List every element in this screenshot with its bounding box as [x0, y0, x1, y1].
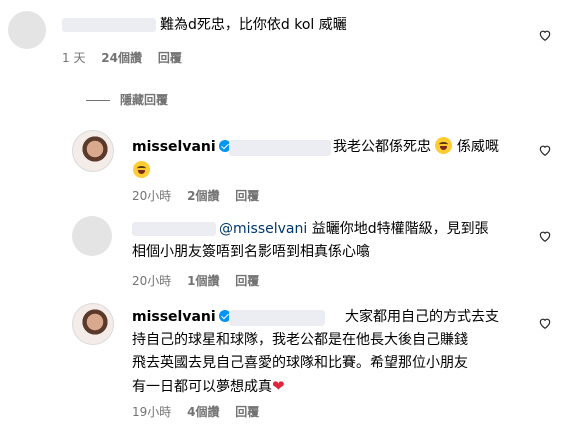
username-redacted [132, 222, 216, 236]
reply-button[interactable]: 回覆 [235, 189, 259, 203]
reply-meta: 20小時 2個讚 回覆 [132, 188, 259, 204]
mention-redacted [229, 140, 331, 156]
reply-text-line: 相個小朋友簽唔到名影唔到相真係心噏 [132, 244, 370, 260]
avatar[interactable] [72, 216, 112, 256]
reply-button[interactable]: 回覆 [235, 405, 259, 419]
red-heart-emoji: ❤ [272, 377, 285, 395]
reply-text-line: 持自己的球星和球隊，我老公都是在他長大後自己賺錢 [132, 332, 468, 348]
username[interactable]: misselvani [132, 139, 216, 155]
reply-text-line: 飛去英國去見自己喜愛的球隊和比賽。希望那位小朋友 [132, 355, 468, 371]
tongue-emoji [133, 161, 150, 178]
heart-outline-icon[interactable] [538, 229, 552, 243]
avatar[interactable] [8, 11, 46, 49]
avatar[interactable] [72, 130, 114, 172]
avatar[interactable] [72, 303, 114, 345]
reply-text: misselvani [132, 307, 231, 327]
mention-link[interactable]: @misselvani [219, 221, 307, 237]
reply-text-line: 有一日都可以夢想成真❤ [132, 377, 285, 395]
comment-meta: 1 天 24個讚 回覆 [62, 50, 182, 66]
reply-meta: 20小時 1個讚 回覆 [132, 273, 259, 289]
hide-replies-button[interactable]: 隱藏回覆 [120, 92, 168, 108]
reply-button[interactable]: 回覆 [158, 51, 182, 65]
reply-time[interactable]: 20小時 [132, 274, 171, 288]
heart-outline-icon[interactable] [538, 28, 552, 42]
reply-text-line: 大家都用自己的方式去支 [345, 309, 499, 325]
heart-outline-icon[interactable] [538, 143, 552, 157]
comment-likes[interactable]: 24個讚 [101, 51, 142, 65]
reply-likes[interactable]: 4個讚 [187, 405, 219, 419]
divider [86, 100, 110, 101]
username-redacted [62, 18, 156, 32]
heart-outline-icon[interactable] [538, 316, 552, 330]
reply-meta: 19小時 4個讚 回覆 [132, 404, 259, 420]
reply-likes[interactable]: 1個讚 [187, 274, 219, 288]
comment-text: 難為d死忠，比你依d kol 威曬 [160, 17, 347, 33]
mention-redacted [229, 310, 325, 326]
reply-time[interactable]: 20小時 [132, 189, 171, 203]
reply-time[interactable]: 19小時 [132, 405, 171, 419]
grinning-sweat-emoji [435, 137, 453, 154]
comment-time[interactable]: 1 天 [62, 51, 85, 65]
reply-button[interactable]: 回覆 [235, 274, 259, 288]
reply-likes[interactable]: 2個讚 [187, 189, 219, 203]
reply-text: @misselvani 益曬你地d特權階級，見到張 [219, 221, 489, 237]
username[interactable]: misselvani [132, 309, 216, 325]
reply-text-body: 我老公都係死忠 係威嘅 [333, 137, 499, 155]
